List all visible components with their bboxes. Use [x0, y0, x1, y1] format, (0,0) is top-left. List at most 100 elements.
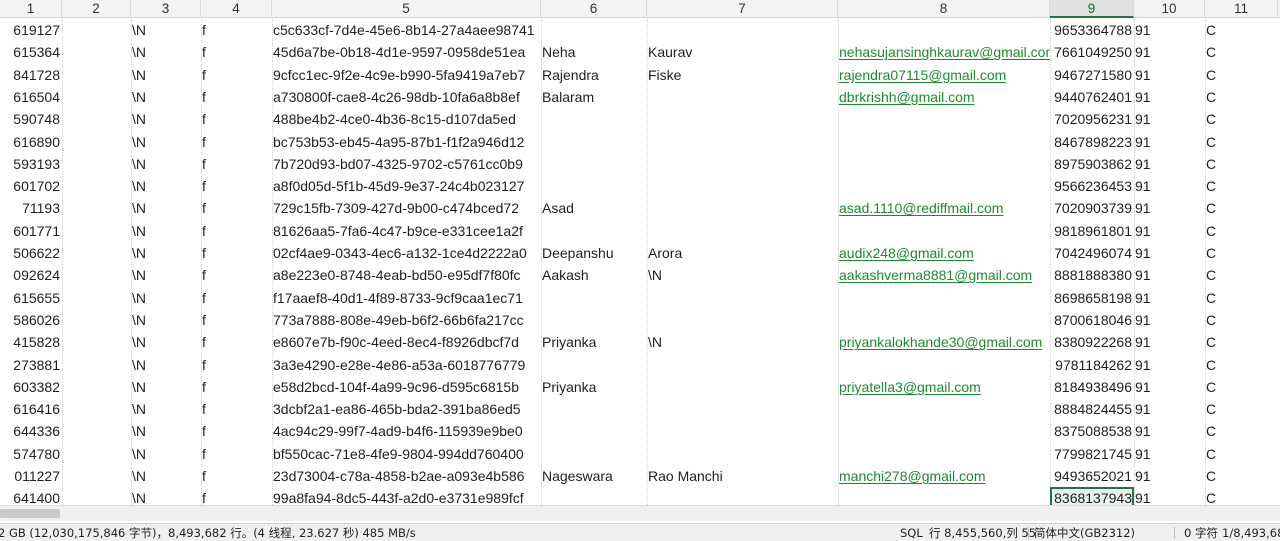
table-cell[interactable]: 91	[1134, 354, 1205, 376]
column-header-10[interactable]: 10	[1134, 0, 1205, 18]
table-cell[interactable]: 7042496074	[1050, 242, 1134, 264]
table-row[interactable]: 619127 \N f c5c633cf-7d4e-45e6-8b14-27a4aee…	[0, 19, 1280, 41]
table-row[interactable]: 601702 \N f a8f0d05d-5f1b-45d9-9e37-24c4b02…	[0, 175, 1280, 197]
table-cell[interactable]: C	[1205, 131, 1278, 153]
table-cell[interactable]: 91	[1134, 242, 1205, 264]
table-cell[interactable]: Deepanshu	[541, 242, 647, 264]
table-cell[interactable]: f	[201, 309, 272, 331]
table-cell[interactable]: 91	[1134, 64, 1205, 86]
table-cell[interactable]: Priyanka	[541, 376, 647, 398]
table-cell[interactable]	[647, 443, 838, 465]
table-cell[interactable]: f	[201, 131, 272, 153]
table-cell[interactable]: 9440762401	[1050, 86, 1134, 108]
horizontal-scrollbar[interactable]	[0, 505, 1280, 521]
table-row[interactable]: 506622 \N f 02cf4ae9-0343-4ec6-a132-1ce4d22…	[0, 242, 1280, 264]
table-cell[interactable]: Fiske	[647, 64, 838, 86]
table-cell[interactable]: 91	[1134, 287, 1205, 309]
table-cell[interactable]	[62, 220, 131, 242]
table-cell[interactable]: C	[1205, 398, 1278, 420]
table-cell[interactable]: C	[1205, 220, 1278, 242]
table-cell[interactable]: \N	[131, 242, 201, 264]
table-row[interactable]: 616504 \N f a730800f-cae8-4c26-98db-10fa6a8…	[0, 86, 1280, 108]
table-cell[interactable]: 91	[1134, 398, 1205, 420]
table-cell[interactable]: \N	[131, 86, 201, 108]
table-cell[interactable]: f	[201, 175, 272, 197]
table-cell[interactable]	[838, 108, 1050, 130]
column-header-4[interactable]: 4	[201, 0, 272, 18]
table-cell[interactable]: C	[1205, 108, 1278, 130]
table-cell[interactable]: 91	[1134, 487, 1205, 505]
table-cell[interactable]	[541, 131, 647, 153]
table-cell[interactable]: Rao Manchi	[647, 465, 838, 487]
column-header-3[interactable]: 3	[131, 0, 201, 18]
table-cell[interactable]: 91	[1134, 131, 1205, 153]
table-row[interactable]: 841728 \N f 9cfcc1ec-9f2e-4c9e-b990-5fa9419…	[0, 64, 1280, 86]
table-cell[interactable]: 615364	[0, 41, 62, 63]
table-cell[interactable]: 644336	[0, 420, 62, 442]
table-cell[interactable]: C	[1205, 376, 1278, 398]
table-cell[interactable]	[647, 197, 838, 219]
table-cell[interactable]: C	[1205, 487, 1278, 505]
table-cell[interactable]	[62, 354, 131, 376]
table-cell[interactable]: 71193	[0, 197, 62, 219]
table-cell[interactable]: 616890	[0, 131, 62, 153]
table-cell[interactable]: \N	[647, 331, 838, 353]
table-cell[interactable]: f	[201, 242, 272, 264]
table-cell[interactable]	[62, 242, 131, 264]
table-cell[interactable]: \N	[131, 19, 201, 41]
table-cell[interactable]	[647, 398, 838, 420]
table-cell[interactable]: 8700618046	[1050, 309, 1134, 331]
table-cell[interactable]	[541, 287, 647, 309]
table-cell[interactable]: C	[1205, 153, 1278, 175]
table-cell[interactable]	[647, 309, 838, 331]
table-cell[interactable]: 91	[1134, 420, 1205, 442]
table-cell[interactable]	[541, 398, 647, 420]
table-row[interactable]: 593193 \N f 7b720d93-bd07-4325-9702-c5761cc…	[0, 153, 1280, 175]
table-cell[interactable]	[541, 153, 647, 175]
table-cell[interactable]: Neha	[541, 41, 647, 63]
table-cell[interactable]	[62, 19, 131, 41]
table-cell[interactable]: 601702	[0, 175, 62, 197]
table-cell[interactable]: C	[1205, 331, 1278, 353]
table-cell[interactable]: \N	[131, 220, 201, 242]
table-cell[interactable]: 8698658198	[1050, 287, 1134, 309]
table-cell[interactable]	[62, 398, 131, 420]
table-row[interactable]: 415828 \N f e8607e7b-f90c-4eed-8ec4-f8926db…	[0, 331, 1280, 353]
table-cell[interactable]: Balaram	[541, 86, 647, 108]
table-row[interactable]: 615364 \N f 45d6a7be-0b18-4d1e-9597-0958de5…	[0, 41, 1280, 63]
table-cell[interactable]: 45d6a7be-0b18-4d1e-9597-0958de51ea	[272, 41, 541, 63]
table-cell[interactable]	[838, 354, 1050, 376]
table-cell[interactable]: e8607e7b-f90c-4eed-8ec4-f8926dbcf7d	[272, 331, 541, 353]
table-cell[interactable]: Asad	[541, 197, 647, 219]
table-row[interactable]: 574780 \N f bf550cac-71e8-4fe9-9804-994dd76…	[0, 443, 1280, 465]
table-cell[interactable]: 8184938496	[1050, 376, 1134, 398]
email-link-cell[interactable]: audix248@gmail.com	[838, 242, 1050, 264]
table-cell[interactable]	[62, 420, 131, 442]
table-row[interactable]: 644336 \N f 4ac94c29-99f7-4ad9-b4f6-115939e…	[0, 420, 1280, 442]
scrollbar-thumb[interactable]	[0, 509, 60, 518]
table-cell[interactable]	[62, 487, 131, 505]
table-cell[interactable]: f	[201, 331, 272, 353]
column-header-8[interactable]: 8	[838, 0, 1050, 18]
table-cell[interactable]: f	[201, 41, 272, 63]
table-cell[interactable]	[62, 376, 131, 398]
column-header-7[interactable]: 7	[647, 0, 838, 18]
table-cell[interactable]: C	[1205, 420, 1278, 442]
table-cell[interactable]: C	[1205, 242, 1278, 264]
table-cell[interactable]	[647, 220, 838, 242]
table-cell[interactable]: 91	[1134, 264, 1205, 286]
table-cell[interactable]	[838, 309, 1050, 331]
table-cell[interactable]	[838, 443, 1050, 465]
table-cell[interactable]	[647, 131, 838, 153]
table-cell[interactable]: 586026	[0, 309, 62, 331]
table-cell[interactable]: 729c15fb-7309-427d-9b00-c474bced72	[272, 197, 541, 219]
table-cell[interactable]	[647, 19, 838, 41]
table-cell[interactable]	[838, 220, 1050, 242]
table-cell[interactable]	[838, 131, 1050, 153]
table-cell[interactable]: 8975903862	[1050, 153, 1134, 175]
table-row[interactable]: 616890 \N f bc753b53-eb45-4a95-87b1-f1f2a94…	[0, 131, 1280, 153]
table-cell[interactable]: f	[201, 376, 272, 398]
table-cell[interactable]	[647, 420, 838, 442]
table-cell[interactable]	[541, 443, 647, 465]
table-cell[interactable]: \N	[647, 264, 838, 286]
